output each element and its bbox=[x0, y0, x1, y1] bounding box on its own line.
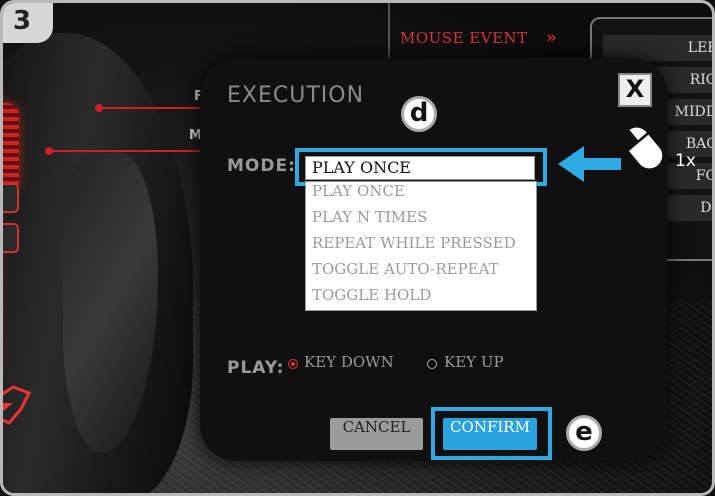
step-marker-e: e bbox=[566, 415, 602, 451]
mouse-left-click-icon bbox=[621, 125, 665, 171]
screen-frame: F M 3 MOUSE EVENT » LEF RIG MIDD BAC FO … bbox=[0, 0, 715, 496]
mouse-side-button bbox=[3, 183, 19, 213]
mouse-side-button bbox=[3, 223, 19, 253]
callout-dot bbox=[45, 147, 53, 155]
mode-select[interactable]: PLAY ONCE bbox=[305, 156, 535, 180]
callout-line bbox=[97, 107, 203, 109]
mode-option[interactable]: REPEAT WHILE PRESSED bbox=[306, 234, 536, 260]
key-down-radio[interactable] bbox=[288, 359, 298, 369]
mode-option[interactable]: PLAY ONCE bbox=[306, 182, 536, 208]
cancel-button[interactable]: CANCEL bbox=[330, 418, 423, 450]
callout-dot bbox=[95, 104, 103, 112]
play-label: PLAY: bbox=[227, 358, 285, 378]
mode-label: MODE: bbox=[227, 156, 296, 176]
mode-options-list: PLAY ONCE PLAY N TIMES REPEAT WHILE PRES… bbox=[305, 181, 537, 311]
step-marker-d: d bbox=[401, 96, 437, 132]
mouse-illustration bbox=[3, 33, 193, 493]
confirm-button[interactable]: CONFIRM bbox=[443, 418, 537, 450]
mode-option[interactable]: PLAY N TIMES bbox=[306, 208, 536, 234]
step-number: 3 bbox=[13, 6, 32, 36]
divider bbox=[388, 3, 390, 63]
key-up-label: KEY UP bbox=[444, 353, 504, 371]
mouse-event-tab[interactable]: MOUSE EVENT bbox=[400, 29, 528, 47]
mouse-side-panel bbox=[63, 153, 158, 453]
key-up-radio[interactable] bbox=[427, 359, 437, 369]
gxt-logo-icon bbox=[3, 385, 32, 425]
dialog-title: EXECUTION bbox=[227, 83, 365, 108]
mode-option[interactable]: TOGGLE AUTO-REPEAT bbox=[306, 260, 536, 286]
mode-option[interactable]: TOGGLE HOLD bbox=[306, 286, 536, 312]
callout-line bbox=[47, 150, 203, 152]
mouse-scroll-wheel bbox=[3, 103, 19, 193]
chevron-right-icon: » bbox=[546, 27, 558, 48]
step-badge: 3 bbox=[3, 3, 53, 43]
key-down-label: KEY DOWN bbox=[304, 353, 394, 371]
click-count: 1x bbox=[675, 151, 696, 171]
close-button[interactable]: X bbox=[618, 73, 652, 107]
